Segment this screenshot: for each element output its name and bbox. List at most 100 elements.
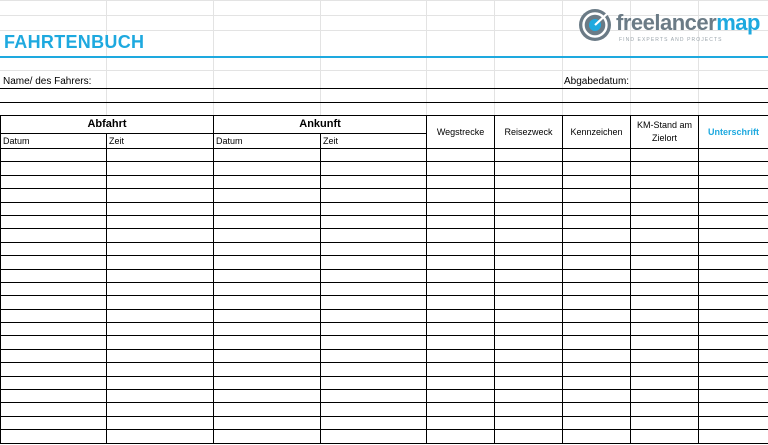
arr-time-cell[interactable] <box>320 362 428 377</box>
dep-time-cell[interactable] <box>105 188 215 203</box>
dep-date-cell[interactable] <box>0 429 107 444</box>
odometer-cell[interactable] <box>630 214 700 230</box>
arr-date-cell[interactable] <box>213 214 322 230</box>
distance-cell[interactable] <box>426 308 496 324</box>
odometer-cell[interactable] <box>630 228 700 243</box>
plate-cell[interactable] <box>562 308 632 324</box>
odometer-cell[interactable] <box>630 188 700 203</box>
arr-date-cell[interactable] <box>213 147 322 163</box>
plate-cell[interactable] <box>562 415 632 431</box>
arr-date-cell[interactable] <box>213 362 322 377</box>
arr-time-cell[interactable] <box>320 174 428 190</box>
purpose-cell[interactable] <box>494 348 564 364</box>
arr-date-cell[interactable] <box>213 174 322 190</box>
plate-cell[interactable] <box>562 228 632 243</box>
dep-date-cell[interactable] <box>0 348 107 364</box>
purpose-cell[interactable] <box>494 241 564 257</box>
signature-cell[interactable] <box>698 308 768 324</box>
signature-cell[interactable] <box>698 188 768 203</box>
dep-time-cell[interactable] <box>105 295 215 310</box>
dep-time-cell[interactable] <box>105 335 215 350</box>
arr-time-cell[interactable] <box>320 241 428 257</box>
distance-cell[interactable] <box>426 295 496 310</box>
dep-date-cell[interactable] <box>0 241 107 257</box>
plate-cell[interactable] <box>562 281 632 297</box>
dep-time-cell[interactable] <box>105 389 215 404</box>
odometer-cell[interactable] <box>630 322 700 337</box>
distance-cell[interactable] <box>426 322 496 337</box>
odometer-cell[interactable] <box>630 201 700 216</box>
purpose-cell[interactable] <box>494 295 564 310</box>
dep-date-cell[interactable] <box>0 402 107 417</box>
arr-date-cell[interactable] <box>213 161 322 176</box>
purpose-cell[interactable] <box>494 214 564 230</box>
distance-cell[interactable] <box>426 228 496 243</box>
arr-time-cell[interactable] <box>320 147 428 163</box>
arr-time-cell[interactable] <box>320 415 428 431</box>
odometer-cell[interactable] <box>630 335 700 350</box>
signature-cell[interactable] <box>698 295 768 310</box>
arr-time-cell[interactable] <box>320 348 428 364</box>
odometer-cell[interactable] <box>630 161 700 176</box>
plate-cell[interactable] <box>562 429 632 444</box>
arr-time-cell[interactable] <box>320 281 428 297</box>
dep-date-cell[interactable] <box>0 335 107 350</box>
arr-time-cell[interactable] <box>320 402 428 417</box>
arr-time-cell[interactable] <box>320 322 428 337</box>
plate-cell[interactable] <box>562 147 632 163</box>
signature-cell[interactable] <box>698 201 768 216</box>
dep-date-cell[interactable] <box>0 362 107 377</box>
dep-time-cell[interactable] <box>105 281 215 297</box>
distance-cell[interactable] <box>426 188 496 203</box>
signature-cell[interactable] <box>698 415 768 431</box>
plate-cell[interactable] <box>562 201 632 216</box>
signature-cell[interactable] <box>698 322 768 337</box>
arr-date-cell[interactable] <box>213 308 322 324</box>
arr-time-cell[interactable] <box>320 161 428 176</box>
purpose-cell[interactable] <box>494 188 564 203</box>
arr-date-cell[interactable] <box>213 255 322 270</box>
dep-time-cell[interactable] <box>105 174 215 190</box>
plate-cell[interactable] <box>562 161 632 176</box>
dep-date-cell[interactable] <box>0 228 107 243</box>
signature-cell[interactable] <box>698 228 768 243</box>
odometer-cell[interactable] <box>630 268 700 283</box>
plate-cell[interactable] <box>562 375 632 391</box>
dep-time-cell[interactable] <box>105 402 215 417</box>
dep-time-cell[interactable] <box>105 348 215 364</box>
distance-cell[interactable] <box>426 375 496 391</box>
arr-time-cell[interactable] <box>320 255 428 270</box>
odometer-cell[interactable] <box>630 295 700 310</box>
dep-time-cell[interactable] <box>105 268 215 283</box>
distance-cell[interactable] <box>426 389 496 404</box>
distance-cell[interactable] <box>426 281 496 297</box>
arr-time-cell[interactable] <box>320 308 428 324</box>
signature-cell[interactable] <box>698 255 768 270</box>
signature-cell[interactable] <box>698 268 768 283</box>
dep-date-cell[interactable] <box>0 295 107 310</box>
purpose-cell[interactable] <box>494 389 564 404</box>
dep-date-cell[interactable] <box>0 201 107 216</box>
distance-cell[interactable] <box>426 402 496 417</box>
dep-date-cell[interactable] <box>0 322 107 337</box>
signature-cell[interactable] <box>698 241 768 257</box>
dep-date-cell[interactable] <box>0 281 107 297</box>
purpose-cell[interactable] <box>494 322 564 337</box>
arr-date-cell[interactable] <box>213 348 322 364</box>
dep-date-cell[interactable] <box>0 268 107 283</box>
distance-cell[interactable] <box>426 161 496 176</box>
dep-time-cell[interactable] <box>105 241 215 257</box>
odometer-cell[interactable] <box>630 389 700 404</box>
distance-cell[interactable] <box>426 241 496 257</box>
plate-cell[interactable] <box>562 214 632 230</box>
arr-time-cell[interactable] <box>320 201 428 216</box>
dep-time-cell[interactable] <box>105 255 215 270</box>
arr-date-cell[interactable] <box>213 402 322 417</box>
purpose-cell[interactable] <box>494 335 564 350</box>
distance-cell[interactable] <box>426 201 496 216</box>
signature-cell[interactable] <box>698 348 768 364</box>
odometer-cell[interactable] <box>630 375 700 391</box>
arr-date-cell[interactable] <box>213 429 322 444</box>
dep-time-cell[interactable] <box>105 147 215 163</box>
purpose-cell[interactable] <box>494 161 564 176</box>
